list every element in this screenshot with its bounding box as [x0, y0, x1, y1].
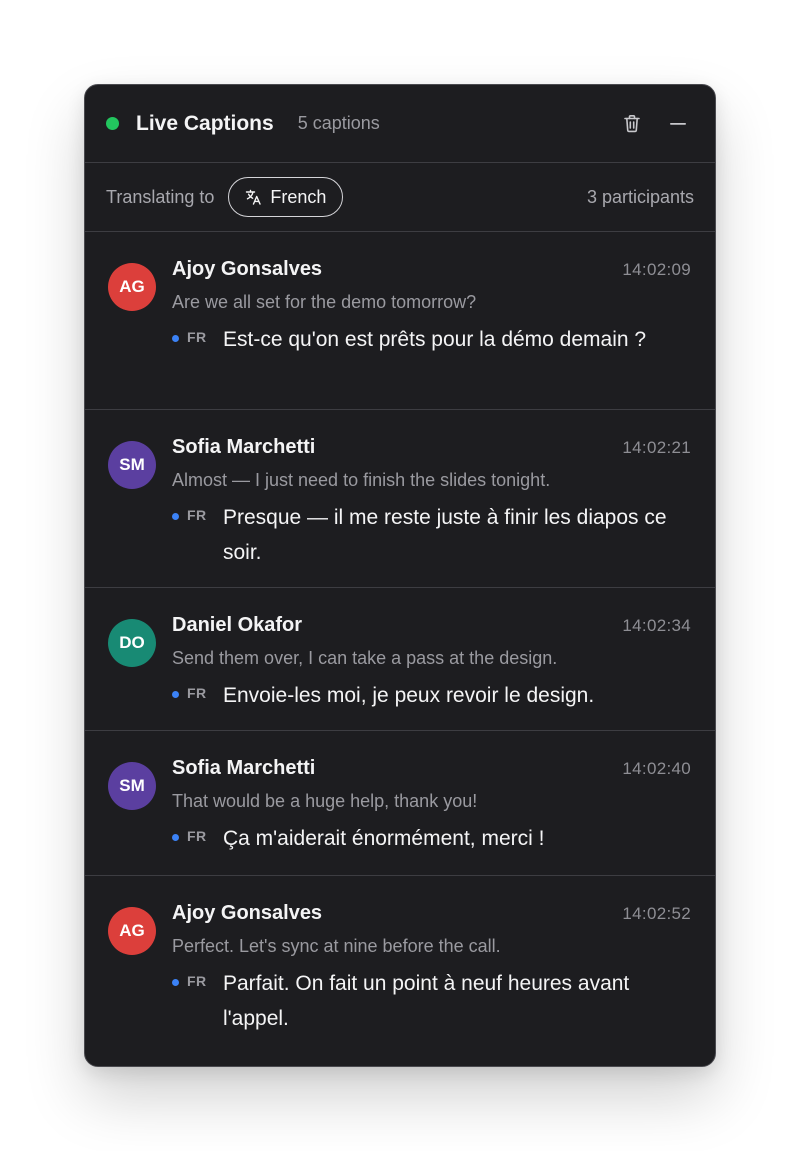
original-text: Almost — I just need to finish the slide…	[172, 470, 551, 490]
caption-count: 5 captions	[297, 113, 380, 133]
caption-timestamp: 14:02:34	[622, 616, 691, 635]
caption-entry: AG Ajoy Gonsalves 14:02:09 Are we all se…	[85, 232, 715, 410]
language-label: French	[270, 186, 327, 207]
translating-label: Translating to	[106, 186, 215, 207]
translated-text: Ça m'aiderait énormément, merci !	[223, 827, 545, 850]
language-code: FR	[187, 973, 207, 989]
original-text: Send them over, I can take a pass at the…	[172, 648, 558, 668]
trash-icon	[624, 115, 640, 133]
translated-text: Envoie-les moi, je peux revoir le design…	[223, 684, 595, 707]
translate-icon	[245, 189, 262, 205]
avatar: SM	[108, 762, 156, 810]
translated-text: Est-ce qu'on est prêts pour la démo dema…	[223, 328, 647, 351]
caption-timestamp: 14:02:09	[622, 260, 691, 279]
minimize-icon	[670, 122, 686, 125]
caption-entry: DO Daniel Okafor 14:02:34 Send them over…	[85, 588, 715, 731]
translation-dot	[172, 691, 179, 698]
live-captions-panel: Live Captions 5 captions Translating to	[84, 84, 716, 1067]
speaker-name: Sofia Marchetti	[172, 436, 316, 458]
original-text: Perfect. Let's sync at nine before the c…	[172, 936, 501, 956]
translation-dot	[172, 513, 179, 520]
translation-dot	[172, 834, 179, 841]
language-code: FR	[187, 507, 207, 523]
avatar: AG	[108, 907, 156, 955]
speaker-name: Ajoy Gonsalves	[172, 902, 323, 924]
translated-text: Presque — il me reste juste à finir les …	[223, 506, 667, 564]
panel-header: Live Captions 5 captions	[85, 85, 715, 163]
clear-captions-button[interactable]	[617, 109, 647, 139]
translation-dot	[172, 979, 179, 986]
original-text: That would be a huge help, thank you!	[172, 791, 478, 811]
caption-timestamp: 14:02:21	[622, 438, 691, 457]
live-indicator	[106, 117, 119, 130]
caption-timestamp: 14:02:52	[622, 904, 691, 923]
language-code: FR	[187, 329, 207, 345]
translation-bar: Translating to French 3 participants	[85, 163, 715, 232]
translation-dot	[172, 335, 179, 342]
caption-entry: SM Sofia Marchetti 14:02:40 That would b…	[85, 731, 715, 876]
language-code: FR	[187, 685, 207, 701]
caption-list: AG Ajoy Gonsalves 14:02:09 Are we all se…	[85, 232, 715, 1056]
minimize-button[interactable]	[663, 109, 693, 139]
translated-text: Parfait. On fait un point à neuf heures …	[223, 972, 630, 1030]
avatar: DO	[108, 619, 156, 667]
panel-title: Live Captions	[136, 111, 274, 135]
speaker-name: Ajoy Gonsalves	[172, 258, 323, 280]
caption-entry: AG Ajoy Gonsalves 14:02:52 Perfect. Let'…	[85, 876, 715, 1056]
language-selector[interactable]: French	[228, 177, 344, 217]
language-code: FR	[187, 828, 207, 844]
speaker-name: Daniel Okafor	[172, 614, 303, 636]
speaker-name: Sofia Marchetti	[172, 757, 316, 779]
participant-count: 3 participants	[586, 186, 694, 207]
avatar: SM	[108, 441, 156, 489]
caption-timestamp: 14:02:40	[622, 759, 691, 778]
avatar: AG	[108, 263, 156, 311]
caption-entry: SM Sofia Marchetti 14:02:21 Almost — I j…	[85, 410, 715, 588]
original-text: Are we all set for the demo tomorrow?	[172, 292, 477, 312]
